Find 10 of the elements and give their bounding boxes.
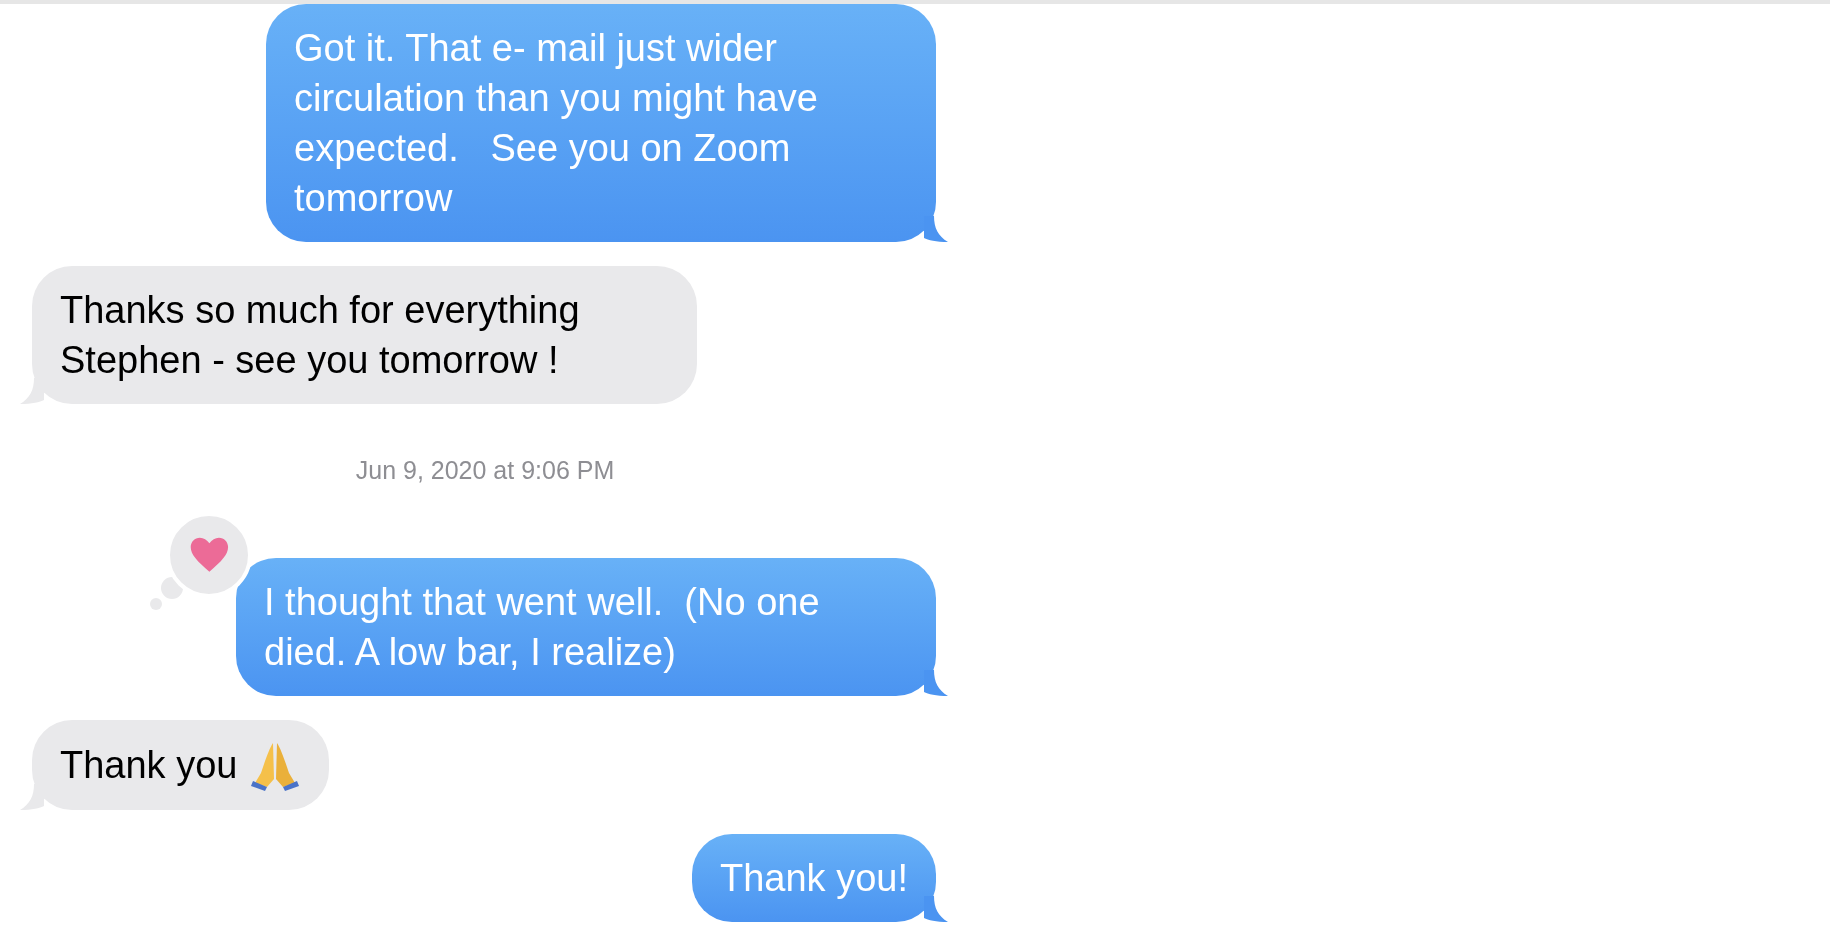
bubble-tail [924,216,948,242]
sent-message-bubble: I thought that went well. (No one died. A low bar, I realize) [236,557,936,696]
bubble-tail [924,669,948,696]
message-text: Thanks so much for everything Stephen - see you tomorrow ! [60,288,581,383]
message-timestamp: Jun 9, 2020 at 9:06 PM [355,455,615,486]
message-text: Thank you [60,742,238,788]
heart-reaction[interactable] [150,513,250,610]
bubble-tail [924,895,948,922]
sent-message-bubble: Got it. That e- mail just wider circulation than you might have expected. See you on Zoom tomorrow [266,4,936,242]
sent-message-bubble: Thank you! [692,833,936,922]
